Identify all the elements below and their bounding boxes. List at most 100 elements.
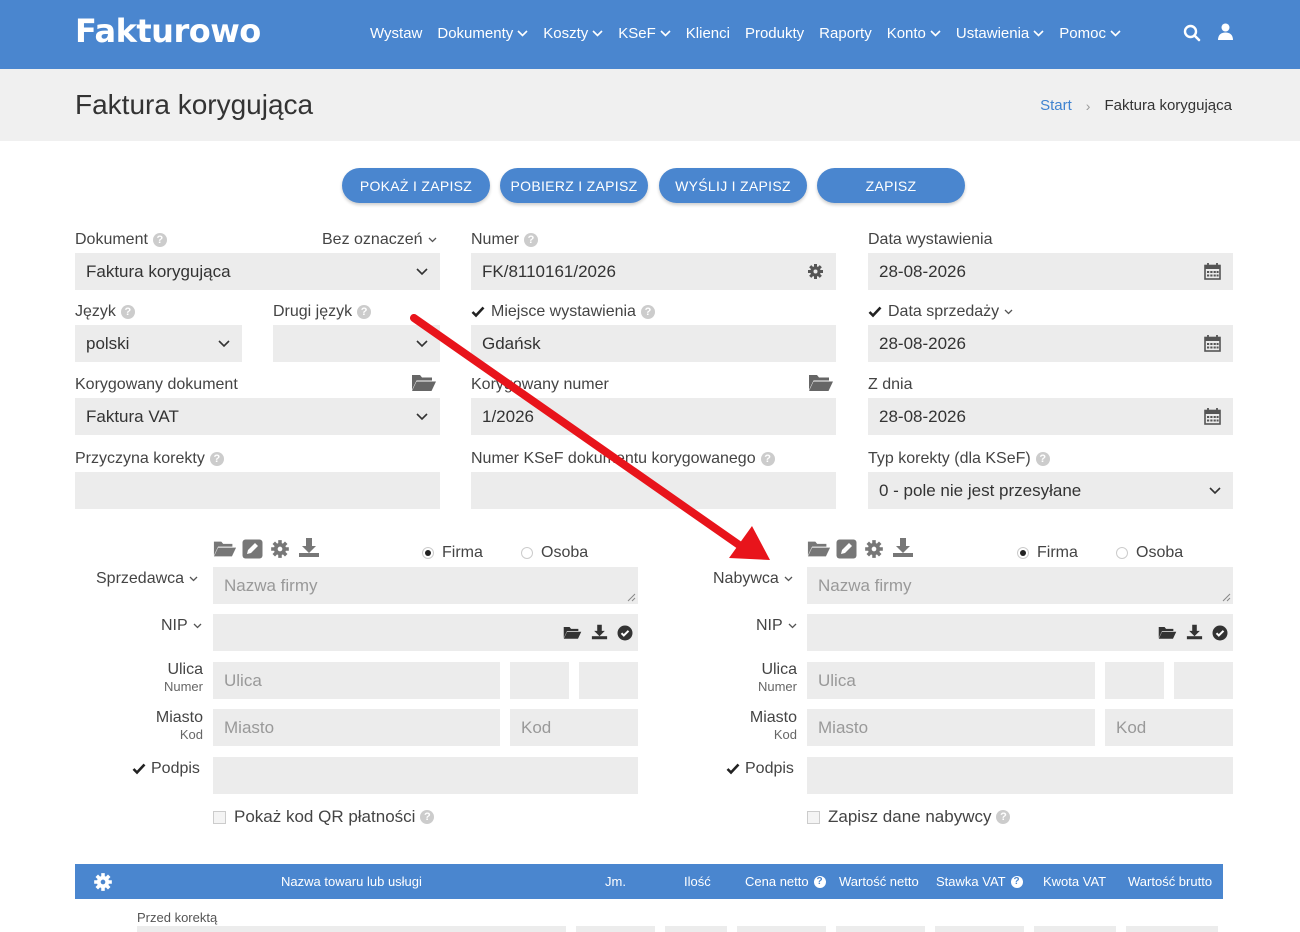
- chevron-down-icon[interactable]: [1004, 309, 1013, 315]
- item-name-input[interactable]: [137, 926, 566, 932]
- nav-wystaw[interactable]: Wystaw: [370, 25, 422, 42]
- download-and-save-button[interactable]: POBIERZ I ZAPISZ: [500, 168, 648, 203]
- nav-klienci[interactable]: Klienci: [686, 25, 730, 42]
- data-sprzedazy-input[interactable]: 28-08-2026: [868, 325, 1233, 362]
- show-qr-checkbox[interactable]: Pokaż kod QR płatności?: [213, 807, 435, 827]
- buyer-name-input[interactable]: Nazwa firmy: [807, 567, 1233, 604]
- item-quantity-input[interactable]: [665, 926, 727, 932]
- przyczyna-korekty-input[interactable]: [75, 472, 440, 509]
- buyer-signature-input[interactable]: [807, 757, 1233, 794]
- help-icon[interactable]: ?: [996, 810, 1011, 824]
- download-icon[interactable]: [1186, 624, 1203, 640]
- send-and-save-button[interactable]: WYŚLIJ I ZAPISZ: [659, 168, 807, 203]
- calendar-icon[interactable]: [1204, 408, 1221, 425]
- edit-icon[interactable]: [242, 539, 263, 559]
- help-icon[interactable]: ?: [640, 305, 655, 319]
- calendar-icon[interactable]: [1204, 263, 1221, 280]
- buyer-nip-input[interactable]: [807, 614, 1233, 651]
- data-sprzedazy-checkbox[interactable]: Data sprzedaży: [868, 303, 1013, 321]
- item-vat-rate-input[interactable]: [935, 926, 1024, 932]
- drugi-jezyk-select[interactable]: [273, 325, 440, 362]
- buyer-osoba-radio[interactable]: Osoba: [1116, 544, 1183, 562]
- nav-produkty[interactable]: Produkty: [745, 25, 804, 42]
- numer-input[interactable]: FK/8110161/2026: [471, 253, 836, 290]
- nav-konto[interactable]: Konto: [887, 25, 941, 42]
- item-vat-amount-input[interactable]: [1034, 926, 1116, 932]
- typ-korekty-select[interactable]: 0 - pole nie jest przesyłane: [868, 472, 1233, 509]
- help-icon[interactable]: ?: [209, 452, 224, 466]
- folder-open-icon[interactable]: [807, 539, 831, 558]
- buyer-house-number-input[interactable]: [1105, 662, 1164, 699]
- resize-handle-icon[interactable]: [1222, 593, 1231, 602]
- nav-dokumenty[interactable]: Dokumenty: [437, 25, 528, 42]
- buyer-street-input[interactable]: Ulica: [807, 662, 1095, 699]
- nav-ustawienia[interactable]: Ustawienia: [956, 25, 1044, 42]
- check-circle-icon[interactable]: [1212, 625, 1228, 641]
- download-icon[interactable]: [298, 537, 320, 558]
- folder-open-icon[interactable]: [1158, 625, 1177, 640]
- download-icon[interactable]: [892, 537, 914, 558]
- seller-flat-number-input[interactable]: [579, 662, 638, 699]
- user-icon[interactable]: [1218, 23, 1233, 40]
- buyer-podpis-checkbox[interactable]: Podpis: [726, 760, 794, 778]
- seller-signature-input[interactable]: [213, 757, 638, 794]
- gear-icon[interactable]: [807, 263, 824, 280]
- save-buyer-checkbox[interactable]: Zapisz dane nabywcy?: [807, 807, 1011, 827]
- jezyk-select[interactable]: polski: [75, 325, 242, 362]
- folder-open-icon[interactable]: [808, 373, 834, 392]
- seller-postcode-input[interactable]: Kod: [510, 709, 638, 746]
- folder-open-icon[interactable]: [563, 625, 582, 640]
- seller-nip-input[interactable]: [213, 614, 638, 651]
- gear-icon[interactable]: [864, 539, 884, 559]
- seller-street-input[interactable]: Ulica: [213, 662, 500, 699]
- nav-koszty[interactable]: Koszty: [543, 25, 603, 42]
- z-dnia-input[interactable]: 28-08-2026: [868, 398, 1233, 435]
- data-wystawienia-input[interactable]: 28-08-2026: [868, 253, 1233, 290]
- buyer-flat-number-input[interactable]: [1174, 662, 1233, 699]
- help-icon[interactable]: ?: [1010, 875, 1023, 888]
- gear-icon[interactable]: [93, 872, 113, 892]
- item-gross-value-input[interactable]: [1126, 926, 1218, 932]
- edit-icon[interactable]: [836, 539, 857, 559]
- help-icon[interactable]: ?: [524, 233, 539, 247]
- check-circle-icon[interactable]: [617, 625, 633, 641]
- dokument-select[interactable]: Faktura korygująca: [75, 253, 440, 290]
- show-and-save-button[interactable]: POKAŻ I ZAPISZ: [342, 168, 490, 203]
- miejsce-wystawienia-checkbox[interactable]: Miejsce wystawienia?: [471, 303, 655, 321]
- save-button[interactable]: ZAPISZ: [817, 168, 965, 203]
- search-icon[interactable]: [1183, 24, 1201, 42]
- help-icon[interactable]: ?: [813, 875, 826, 888]
- resize-handle-icon[interactable]: [627, 593, 636, 602]
- nav-pomoc[interactable]: Pomoc: [1059, 25, 1121, 42]
- nav-ksef[interactable]: KSeF: [618, 25, 671, 42]
- seller-house-number-input[interactable]: [510, 662, 569, 699]
- seller-city-input[interactable]: Miasto: [213, 709, 500, 746]
- calendar-icon[interactable]: [1204, 335, 1221, 352]
- logo[interactable]: Fakturowo: [75, 12, 261, 50]
- miejsce-wystawienia-input[interactable]: Gdańsk: [471, 325, 836, 362]
- help-icon[interactable]: ?: [357, 305, 372, 319]
- help-icon[interactable]: ?: [760, 452, 775, 466]
- help-icon[interactable]: ?: [120, 305, 135, 319]
- download-icon[interactable]: [591, 624, 608, 640]
- seller-podpis-checkbox[interactable]: Podpis: [132, 760, 200, 778]
- dokument-mark-dropdown[interactable]: Bez oznaczeń: [322, 231, 437, 249]
- korygowany-dokument-select[interactable]: Faktura VAT: [75, 398, 440, 435]
- item-unit-input[interactable]: [576, 926, 655, 932]
- item-net-price-input[interactable]: [737, 926, 826, 932]
- buyer-firma-radio[interactable]: Firma: [1017, 544, 1078, 562]
- gear-icon[interactable]: [270, 539, 290, 559]
- help-icon[interactable]: ?: [420, 810, 435, 824]
- nav-raporty[interactable]: Raporty: [819, 25, 872, 42]
- seller-dropdown[interactable]: Sprzedawca: [96, 570, 198, 588]
- buyer-dropdown[interactable]: Nabywca: [713, 570, 793, 588]
- seller-osoba-radio[interactable]: Osoba: [521, 544, 588, 562]
- folder-open-icon[interactable]: [213, 539, 237, 558]
- buyer-postcode-input[interactable]: Kod: [1105, 709, 1233, 746]
- item-net-value-input[interactable]: [836, 926, 925, 932]
- numer-ksef-input[interactable]: [471, 472, 836, 509]
- seller-firma-radio[interactable]: Firma: [422, 544, 483, 562]
- buyer-nip-dropdown[interactable]: NIP: [756, 617, 797, 635]
- breadcrumb-start-link[interactable]: Start: [1040, 97, 1072, 114]
- folder-open-icon[interactable]: [411, 373, 437, 392]
